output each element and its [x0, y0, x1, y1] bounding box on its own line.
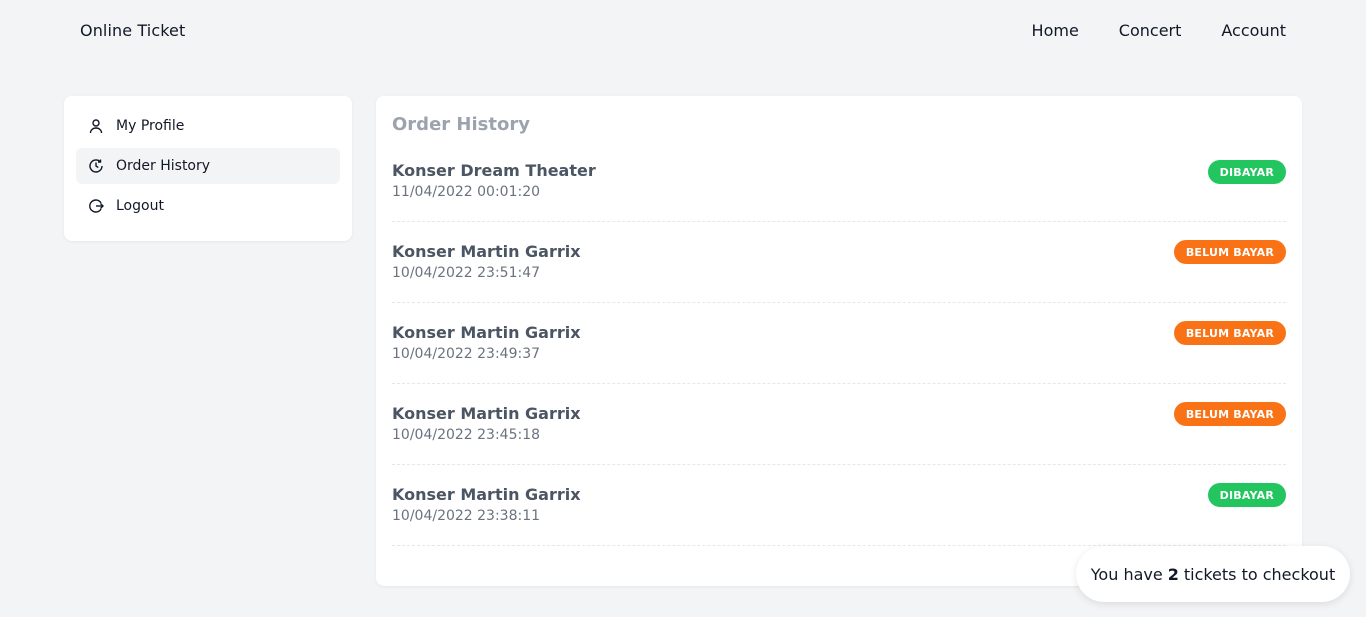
order-date: 10/04/2022 23:45:18 [392, 427, 541, 443]
order-row[interactable]: Konser Martin Garrix 10/04/2022 23:51:47… [392, 222, 1286, 303]
sidebar-item-label: Order History [116, 158, 211, 174]
nav-link-concert[interactable]: Concert [1119, 21, 1182, 40]
user-icon [88, 118, 104, 134]
status-badge: BELUM BAYAR [1173, 321, 1286, 345]
logout-icon [88, 198, 104, 214]
order-row[interactable]: Konser Martin Garrix 10/04/2022 23:38:11… [392, 465, 1286, 546]
order-date: 10/04/2022 23:49:37 [392, 346, 541, 362]
order-name: Konser Martin Garrix [392, 485, 581, 504]
status-badge: DIBAYAR [1207, 483, 1286, 507]
sidebar-item-order-history[interactable]: Order History [76, 148, 340, 184]
status-badge: BELUM BAYAR [1173, 240, 1286, 264]
order-row[interactable]: Konser Martin Garrix 10/04/2022 23:45:18… [392, 384, 1286, 465]
order-date: 10/04/2022 23:51:47 [392, 265, 541, 281]
order-name: Konser Martin Garrix [392, 323, 581, 342]
nav-link-home[interactable]: Home [1032, 21, 1079, 40]
nav-links: Home Concert Account [1032, 21, 1286, 40]
order-name: Konser Martin Garrix [392, 404, 581, 423]
brand-title[interactable]: Online Ticket [80, 21, 185, 40]
history-icon [88, 158, 104, 174]
order-date: 11/04/2022 00:01:20 [392, 184, 541, 200]
sidebar-item-label: Logout [116, 198, 164, 214]
order-history-card: Order History Konser Dream Theater 11/04… [376, 96, 1302, 586]
sidebar: My Profile Order History Logout [64, 96, 352, 241]
checkout-prefix: You have [1090, 564, 1163, 584]
page-title: Order History [392, 114, 530, 135]
order-name: Konser Martin Garrix [392, 242, 581, 261]
status-badge: BELUM BAYAR [1173, 402, 1286, 426]
status-badge: DIBAYAR [1207, 160, 1286, 184]
checkout-suffix: tickets to checkout [1183, 564, 1336, 584]
sidebar-item-logout[interactable]: Logout [76, 188, 340, 224]
nav-link-account[interactable]: Account [1221, 21, 1286, 40]
order-row[interactable]: Konser Dream Theater 11/04/2022 00:01:20… [392, 160, 1286, 222]
order-name: Konser Dream Theater [392, 161, 596, 180]
checkout-button[interactable]: You have 2 tickets to checkout [1076, 546, 1350, 602]
checkout-count: 2 [1167, 564, 1179, 584]
sidebar-item-my-profile[interactable]: My Profile [76, 108, 340, 144]
navbar: Online Ticket Home Concert Account [0, 0, 1366, 64]
order-date: 10/04/2022 23:38:11 [392, 508, 541, 524]
sidebar-item-label: My Profile [116, 118, 185, 134]
order-row[interactable]: Konser Martin Garrix 10/04/2022 23:49:37… [392, 303, 1286, 384]
